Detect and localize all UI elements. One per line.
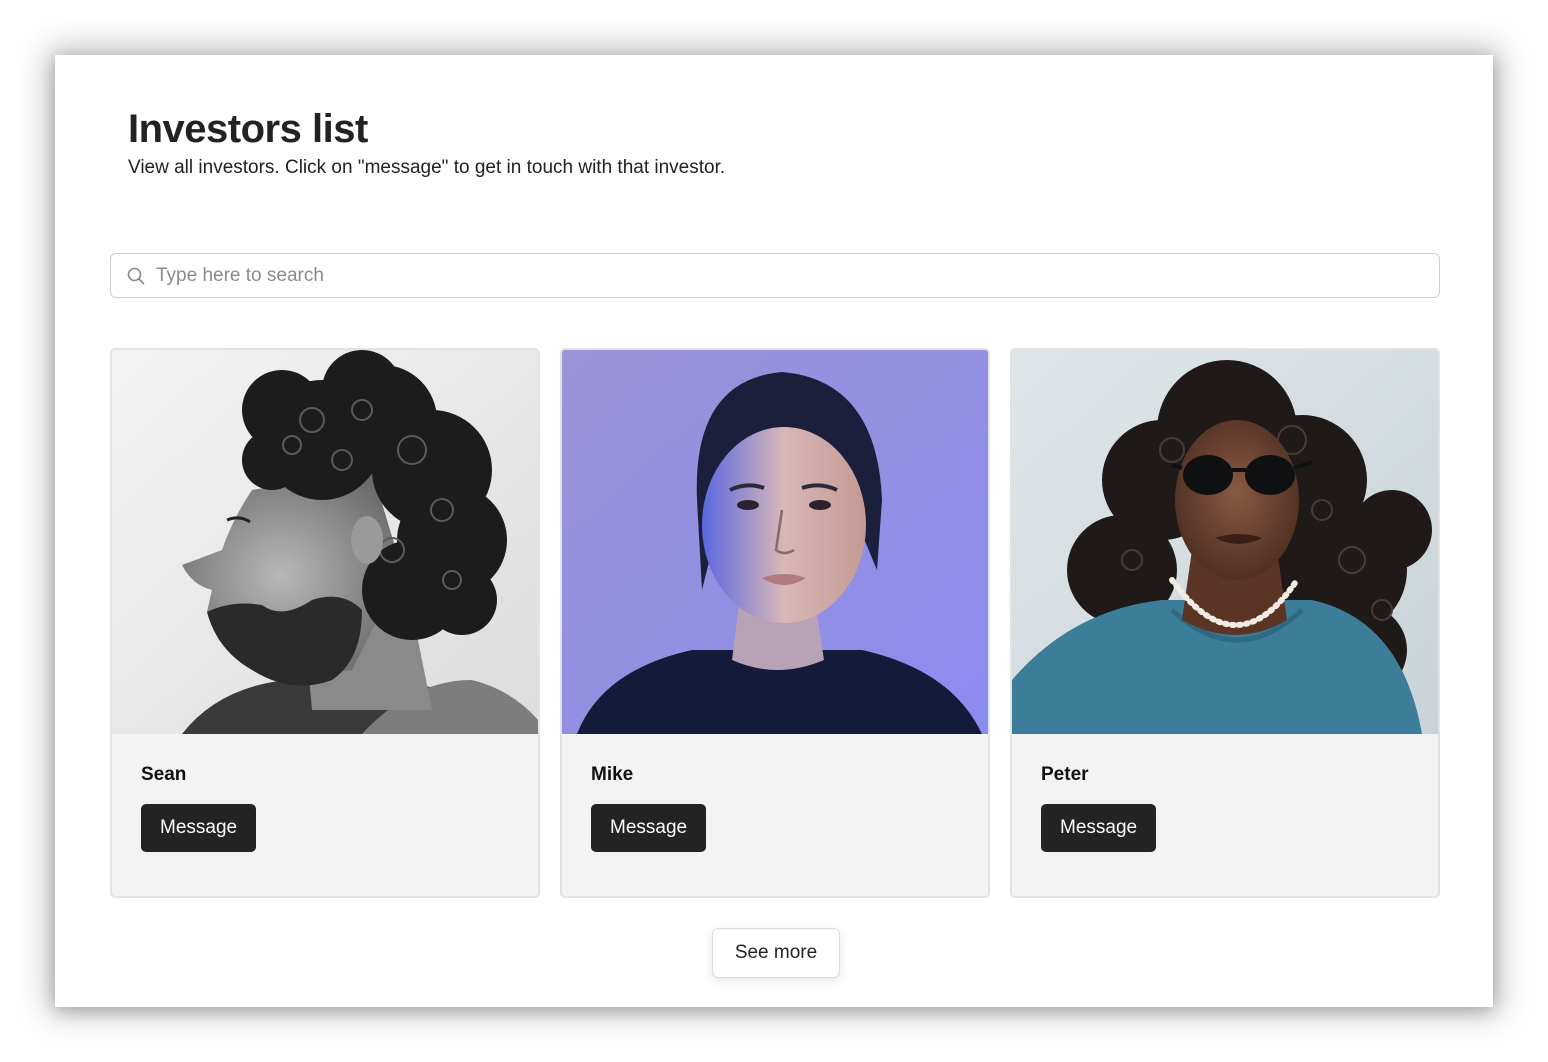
investor-name: Mike [591, 764, 634, 785]
search-bar[interactable] [110, 253, 1440, 298]
investor-card-grid: Sean Message Mike Message Peter Message [110, 348, 1442, 898]
investor-photo [112, 350, 538, 734]
investor-name: Sean [141, 764, 187, 785]
page-subtitle: View all investors. Click on "message" t… [128, 157, 726, 178]
message-button[interactable]: Message [591, 804, 707, 852]
search-icon [126, 266, 146, 286]
investor-photo [1012, 350, 1438, 734]
message-button[interactable]: Message [141, 804, 257, 852]
message-button[interactable]: Message [1041, 804, 1157, 852]
page-header: Investors list View all investors. Click… [128, 105, 725, 181]
investor-card-body: Mike Message [562, 734, 988, 852]
investor-card: Sean Message [110, 348, 540, 898]
page-title: Investors list [128, 107, 368, 151]
investors-page: Investors list View all investors. Click… [55, 55, 1493, 1007]
investor-card: Mike Message [560, 348, 990, 898]
search-input[interactable] [156, 255, 1439, 296]
investor-card-body: Sean Message [112, 734, 538, 852]
investor-name: Peter [1041, 764, 1089, 785]
investor-card-body: Peter Message [1012, 734, 1438, 852]
see-more-button[interactable]: See more [712, 928, 840, 978]
investor-photo [562, 350, 988, 734]
investor-card: Peter Message [1010, 348, 1440, 898]
